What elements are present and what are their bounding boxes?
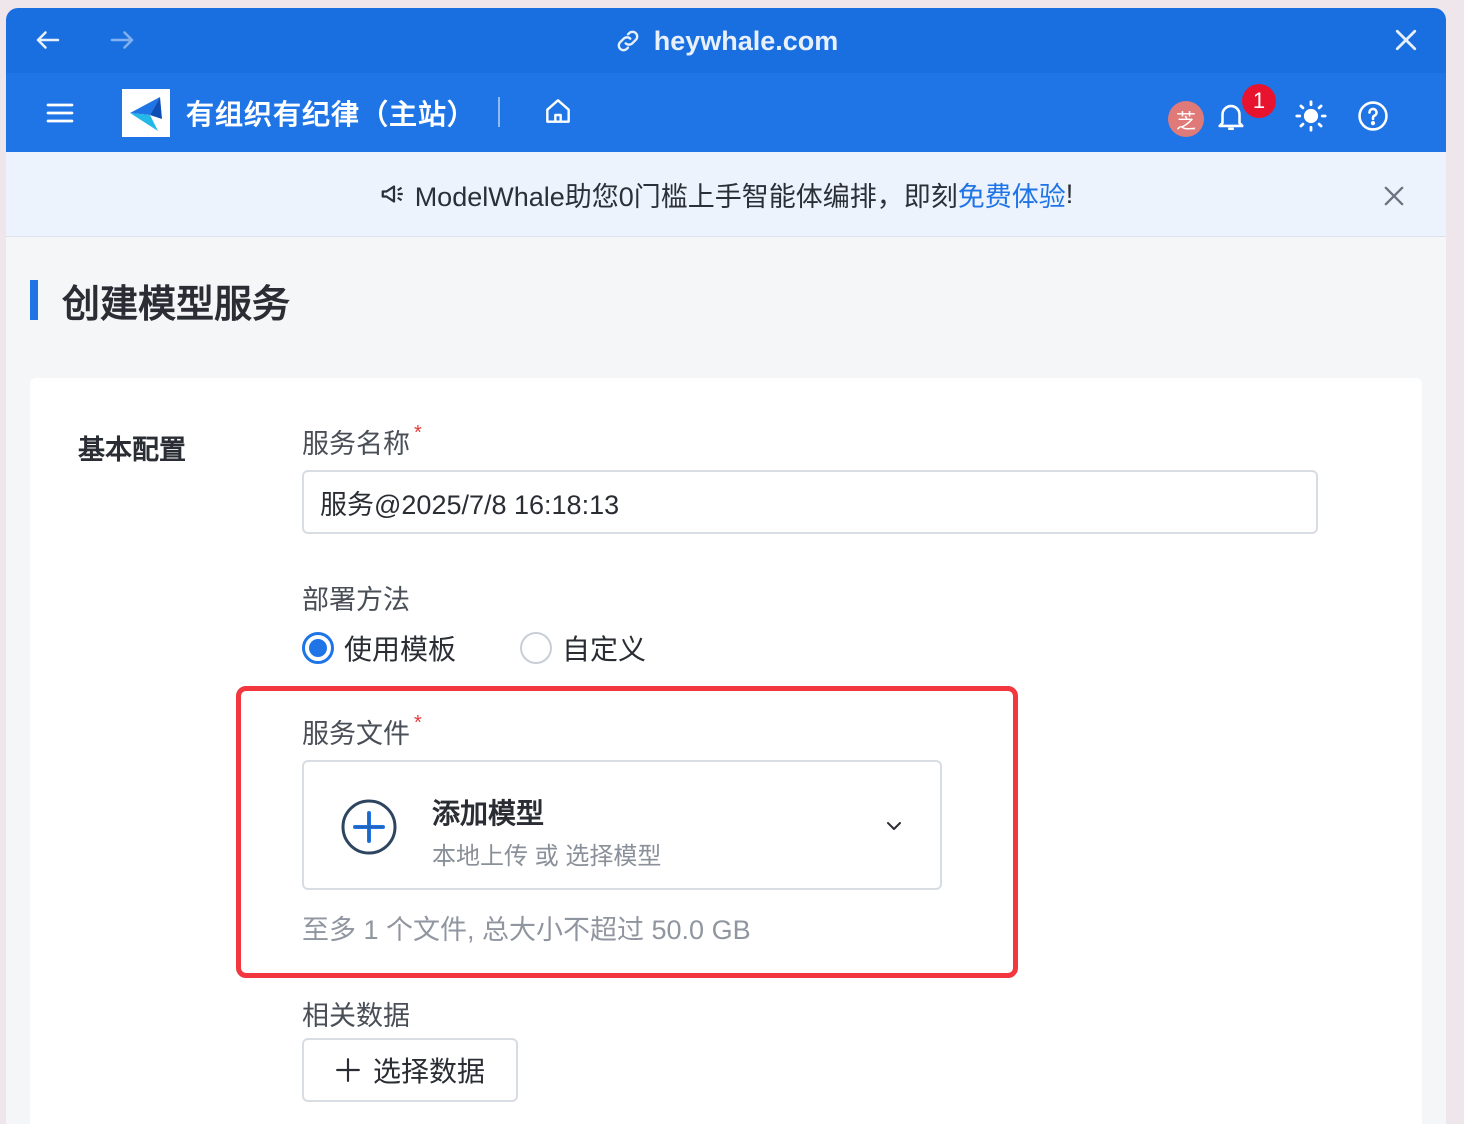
menu-icon[interactable] [44, 97, 76, 129]
select-data-label: 选择数据 [372, 1056, 485, 1087]
select-data-button[interactable]: 选择数据 [302, 1038, 518, 1102]
address-bar[interactable]: heywhale.com [6, 22, 1446, 60]
close-window-button[interactable] [1388, 22, 1424, 58]
section-label: 基本配置 [78, 435, 186, 465]
radio-custom[interactable]: 自定义 [520, 628, 646, 668]
header-divider [498, 97, 500, 127]
service-name-label: 服务名称 * [302, 422, 422, 459]
title-accent-bar [30, 280, 38, 320]
org-name[interactable]: 有组织有纪律（主站） [186, 93, 476, 133]
close-icon[interactable] [1380, 182, 1408, 210]
radio-label: 使用模板 [344, 634, 457, 665]
announcement-text: ModelWhale助您0门槛上手智能体编排，即刻 [414, 181, 958, 212]
close-icon [1395, 29, 1417, 51]
browser-toolbar: heywhale.com [6, 8, 1446, 73]
upload-title: 添加模型 [432, 798, 545, 829]
page-title: 创建模型服务 [30, 278, 290, 326]
radio-checked-icon[interactable] [302, 632, 334, 664]
notification-badge: 1 [1242, 84, 1276, 118]
app-header: 有组织有纪律（主站） 芝 1 [6, 73, 1446, 152]
deploy-method-label: 部署方法 [302, 585, 410, 615]
form-card: 基本配置 服务名称 * 服务@2025/7/8 16:18:13 部署方法 使用模… [30, 378, 1422, 1124]
upload-subtitle: 本地上传 或 选择模型 [432, 843, 662, 870]
avatar[interactable]: 芝 [1168, 101, 1204, 137]
radio-use-template[interactable]: 使用模板 [302, 628, 456, 668]
radio-unchecked-icon[interactable] [520, 632, 553, 664]
help-icon[interactable] [1356, 99, 1390, 133]
url-text: heywhale.com [653, 25, 839, 56]
chevron-down-icon [887, 822, 901, 830]
link-icon [617, 30, 639, 52]
megaphone-icon [381, 185, 403, 203]
radio-label: 自定义 [562, 634, 647, 665]
required-mark: * [414, 712, 422, 734]
free-trial-link[interactable]: 免费体验 [958, 175, 1066, 214]
page-title-text: 创建模型服务 [62, 283, 291, 326]
upload-hint: 至多 1 个文件, 总大小不超过 50.0 GB [302, 915, 751, 945]
browser-window: heywhale.com 有组织有纪律（主站） 芝 1 ModelWhale助您… [6, 8, 1446, 1124]
service-name-value: 服务@2025/7/8 16:18:13 [320, 489, 620, 520]
home-icon[interactable] [542, 95, 574, 127]
related-data-label: 相关数据 [302, 1001, 410, 1031]
announcement-suffix: ! [1065, 178, 1074, 209]
add-model-dropdown[interactable]: 添加模型 本地上传 或 选择模型 [302, 760, 942, 890]
required-mark: * [414, 422, 422, 444]
logo-icon[interactable] [122, 89, 170, 137]
service-name-input[interactable]: 服务@2025/7/8 16:18:13 [302, 470, 1318, 534]
deploy-method-radio-group: 使用模板 自定义 [302, 628, 710, 668]
plus-icon [336, 1058, 360, 1082]
sun-icon[interactable] [1294, 99, 1328, 133]
plus-circle-icon [341, 799, 397, 855]
service-file-label: 服务文件 * [302, 712, 422, 749]
announcement-banner: ModelWhale助您0门槛上手智能体编排，即刻 免费体验! [6, 152, 1446, 237]
